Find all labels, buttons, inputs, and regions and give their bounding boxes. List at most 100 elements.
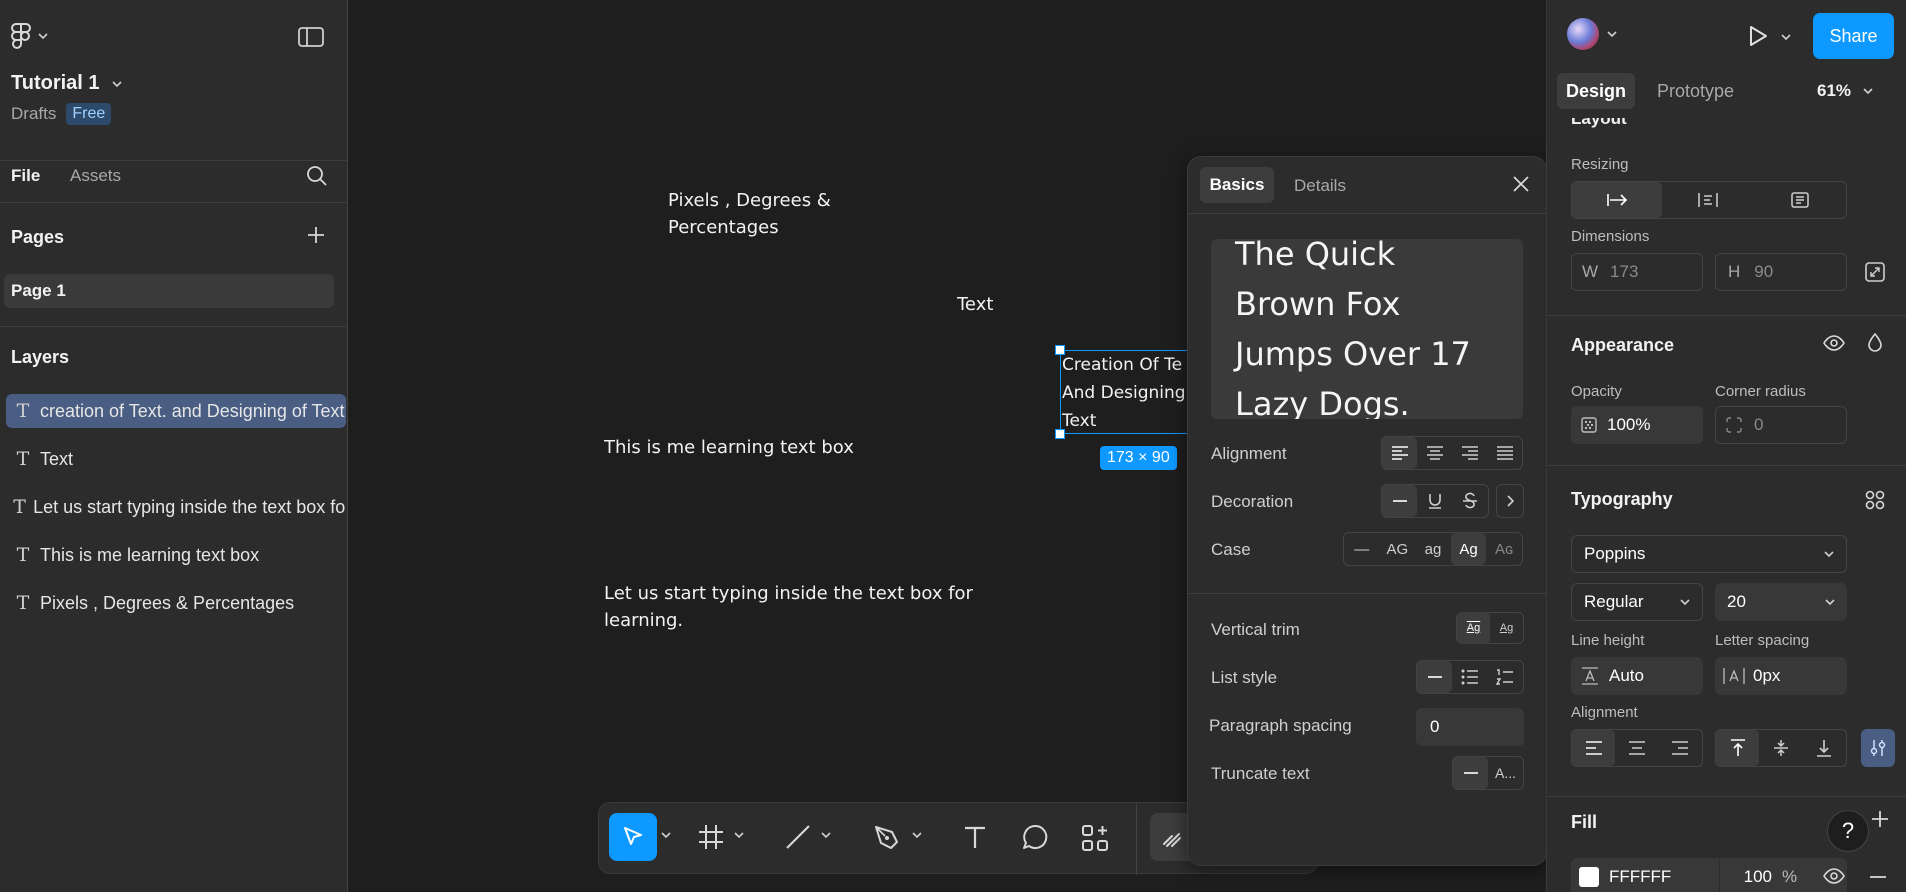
font-weight-select[interactable]: Regular (1571, 583, 1703, 621)
fixed-width-button[interactable] (1572, 182, 1662, 218)
layer-item[interactable]: T Text (6, 442, 346, 476)
page-item-page-1[interactable]: Page 1 (4, 274, 334, 308)
present-options-button[interactable] (1781, 33, 1791, 41)
font-family-select[interactable]: Poppins (1571, 535, 1847, 573)
underline-button[interactable] (1417, 485, 1452, 517)
typography-title: Typography (1571, 489, 1673, 509)
truncate-ellipsis-button[interactable]: A... (1488, 757, 1523, 789)
main-menu-button[interactable] (10, 22, 48, 50)
blend-mode-button[interactable] (1867, 333, 1883, 353)
opacity-icon (1581, 417, 1597, 433)
tab-file[interactable]: File (11, 166, 40, 186)
canvas-text-typing[interactable]: Let us start typing inside the text box … (604, 580, 973, 634)
case-small-caps-button[interactable]: Aɢ (1486, 533, 1522, 565)
add-page-button[interactable] (306, 225, 326, 245)
bulleted-list-button[interactable] (1452, 661, 1487, 693)
numbered-list-button[interactable] (1488, 661, 1523, 693)
font-size-input[interactable]: 20 (1715, 583, 1847, 621)
trim-standard-button[interactable]: Ag (1457, 612, 1490, 644)
align-justify-button[interactable] (1487, 437, 1522, 469)
zoom-menu[interactable]: 61% (1817, 81, 1873, 101)
layer-item[interactable]: T creation of Text. and Designing of Tex… (6, 394, 346, 428)
file-name-menu[interactable]: Tutorial 1 (11, 72, 122, 95)
text-line: And Designing (1062, 383, 1186, 403)
case-none-button[interactable]: — (1344, 533, 1380, 565)
help-button[interactable]: ? (1827, 810, 1869, 852)
remove-fill-button[interactable] (1869, 875, 1887, 879)
decoration-none-button[interactable] (1382, 485, 1418, 517)
layer-item[interactable]: T This is me learning text box (6, 538, 346, 572)
auto-height-button[interactable] (1754, 182, 1846, 218)
case-lower-button[interactable]: ag (1415, 533, 1451, 565)
layer-item[interactable]: T Pixels , Degrees & Percentages (6, 586, 346, 620)
paragraph-spacing-input[interactable]: 0 (1416, 708, 1524, 746)
align-top-button[interactable] (1716, 730, 1759, 766)
corner-radius-input[interactable]: 0 (1715, 406, 1847, 444)
move-tool-button[interactable] (609, 813, 657, 861)
trim-cap-height-button[interactable]: Ag (1490, 612, 1523, 644)
constrain-proportions-button[interactable] (1865, 262, 1885, 282)
pen-tool-menu[interactable] (912, 831, 922, 839)
drafts-link[interactable]: Drafts (11, 104, 56, 124)
width-input[interactable]: W 173 (1571, 253, 1703, 291)
truncate-none-button[interactable] (1453, 757, 1488, 789)
letter-spacing-input[interactable]: 0px (1715, 657, 1847, 695)
canvas-text-learning[interactable]: This is me learning text box (604, 434, 854, 461)
add-fill-button[interactable] (1871, 810, 1889, 828)
strikethrough-button[interactable] (1453, 485, 1488, 517)
line-tool-menu[interactable] (821, 831, 831, 839)
align-left-button[interactable] (1572, 730, 1615, 766)
tab-design[interactable]: Design (1557, 73, 1635, 109)
align-center-button[interactable] (1417, 437, 1452, 469)
resize-handle[interactable] (1055, 429, 1065, 439)
height-input[interactable]: H 90 (1715, 253, 1847, 291)
comment-tool-button[interactable] (1021, 823, 1049, 851)
line-tool-button[interactable] (784, 823, 812, 851)
tab-prototype[interactable]: Prototype (1657, 81, 1734, 102)
layer-name: This is me learning text box (40, 544, 260, 565)
move-tool-menu[interactable] (661, 831, 671, 839)
user-menu[interactable] (1567, 18, 1617, 50)
toggle-sidebar-button[interactable] (298, 26, 324, 48)
align-right-button[interactable] (1658, 730, 1701, 766)
line-height-input[interactable]: Auto (1571, 657, 1703, 695)
share-button[interactable]: Share (1813, 13, 1894, 59)
tab-basics[interactable]: Basics (1200, 167, 1274, 203)
align-left-button[interactable] (1382, 437, 1417, 469)
preview-line: Jumps Over 17 (1235, 335, 1471, 373)
text-options-button[interactable] (1861, 729, 1895, 767)
present-button[interactable] (1747, 24, 1769, 48)
fill-visibility-button[interactable] (1823, 868, 1845, 884)
layer-item[interactable]: T Let us start typing inside the text bo… (6, 490, 346, 524)
fill-swatch[interactable] (1579, 867, 1599, 887)
frame-tool-menu[interactable] (734, 831, 744, 839)
tab-assets[interactable]: Assets (70, 166, 121, 186)
resize-handle[interactable] (1055, 345, 1065, 355)
pen-tool-button[interactable] (872, 823, 902, 853)
horizontal-align-control (1571, 729, 1703, 767)
text-tool-button[interactable] (961, 823, 989, 851)
fill-opacity-input[interactable]: 100 (1730, 867, 1772, 887)
more-decoration-button[interactable] (1496, 484, 1524, 518)
fill-row[interactable]: FFFFFF 100 % (1571, 858, 1847, 892)
tab-details[interactable]: Details (1294, 176, 1346, 196)
toggle-visibility-button[interactable] (1823, 335, 1845, 351)
align-center-button[interactable] (1615, 730, 1658, 766)
opacity-input[interactable]: 100% (1571, 406, 1703, 444)
canvas-text-plain[interactable]: Text (957, 291, 993, 318)
selected-text-box[interactable]: Creation Of Te And Designing Text (1060, 350, 1200, 434)
align-right-button[interactable] (1452, 437, 1487, 469)
align-bottom-button[interactable] (1802, 730, 1845, 766)
search-layers-button[interactable] (306, 165, 328, 187)
canvas-text-pixels[interactable]: Pixels , Degrees & Percentages (668, 187, 831, 241)
list-none-button[interactable] (1417, 661, 1453, 693)
actions-tool-button[interactable] (1080, 823, 1110, 853)
fill-hex-input[interactable]: FFFFFF (1609, 867, 1709, 887)
auto-width-button[interactable] (1662, 182, 1754, 218)
close-panel-button[interactable] (1512, 175, 1530, 193)
case-upper-button[interactable]: AG (1380, 533, 1416, 565)
frame-tool-button[interactable] (697, 823, 725, 851)
type-settings-button[interactable] (1865, 490, 1885, 510)
align-middle-button[interactable] (1759, 730, 1802, 766)
case-title-button[interactable]: Ag (1450, 533, 1487, 565)
